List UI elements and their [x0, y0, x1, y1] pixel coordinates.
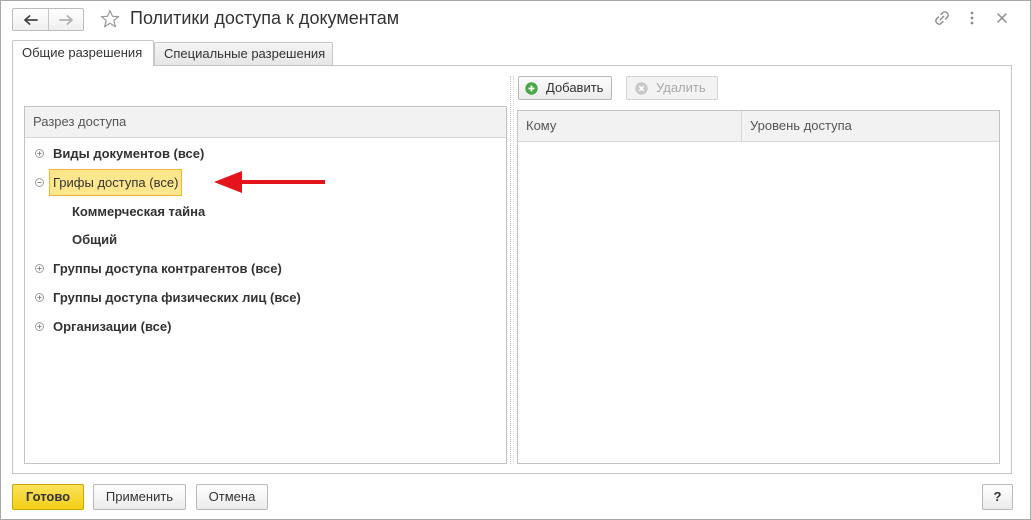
done-button[interactable]: Готово [12, 484, 84, 510]
tree-item-general[interactable]: Общий [25, 225, 506, 254]
tree-item-organizations[interactable]: Организации (все) [25, 312, 506, 341]
tree-item-label[interactable]: Группы доступа контрагентов (все) [49, 255, 286, 282]
arrow-left-icon [23, 14, 38, 25]
back-button[interactable] [13, 9, 48, 30]
tree-item-label[interactable]: Организации (все) [49, 313, 175, 340]
tree-item-individual-groups[interactable]: Группы доступа физических лиц (все) [25, 283, 506, 312]
panel-splitter[interactable] [510, 76, 514, 464]
forward-button[interactable] [48, 9, 83, 30]
tree-item-label[interactable]: Коммерческая тайна [68, 198, 209, 225]
collapse-icon[interactable] [35, 177, 44, 187]
favorite-button[interactable] [99, 8, 121, 30]
plus-circle-icon [525, 82, 538, 95]
close-icon [997, 13, 1007, 23]
access-slices-list[interactable]: Разрез доступа Виды документов (все) Гри… [24, 106, 507, 464]
tree-item-counterparty-groups[interactable]: Группы доступа контрагентов (все) [25, 254, 506, 283]
close-button[interactable] [993, 9, 1011, 27]
expand-icon[interactable] [35, 292, 44, 302]
more-button[interactable] [963, 9, 981, 27]
expand-icon[interactable] [35, 264, 44, 274]
apply-button[interactable]: Применить [93, 484, 186, 510]
annotation-arrow [214, 171, 325, 193]
tree-item-commercial-secret[interactable]: Коммерческая тайна [25, 197, 506, 226]
tree-item-label[interactable]: Группы доступа физических лиц (все) [49, 284, 305, 311]
tree-item-document-types[interactable]: Виды документов (все) [25, 139, 506, 168]
delete-button[interactable]: Удалить [626, 76, 718, 100]
window-title: Политики доступа к документам [130, 8, 400, 28]
access-slices-header: Разрез доступа [25, 107, 506, 138]
table-body[interactable] [518, 142, 999, 463]
delete-button-label: Удалить [656, 80, 706, 95]
link-icon [935, 11, 949, 25]
add-button-label: Добавить [546, 80, 604, 95]
table-header: Кому Уровень доступа [518, 111, 999, 142]
permissions-table[interactable]: Кому Уровень доступа [517, 110, 1000, 464]
help-button[interactable]: ? [982, 484, 1013, 510]
more-icon [970, 11, 974, 25]
expand-icon[interactable] [35, 149, 44, 158]
tree-item-label[interactable]: Виды документов (все) [49, 140, 208, 167]
cancel-button[interactable]: Отмена [196, 484, 268, 510]
tree-item-label-selected[interactable]: Грифы доступа (все) [49, 168, 183, 196]
column-header-whom[interactable]: Кому [518, 111, 742, 141]
tree-item-label[interactable]: Общий [68, 226, 121, 253]
column-header-access-level[interactable]: Уровень доступа [742, 111, 999, 141]
star-icon [100, 9, 120, 28]
tab-general-permissions[interactable]: Общие разрешения [12, 40, 154, 66]
dialog-window: Политики доступа к документам Общие разр… [0, 0, 1031, 520]
arrow-right-icon [59, 14, 73, 25]
add-button[interactable]: Добавить [518, 76, 612, 100]
navigation-buttons [12, 8, 84, 31]
link-button[interactable] [933, 9, 951, 27]
tab-special-permissions[interactable]: Специальные разрешения [154, 42, 333, 66]
remove-circle-icon [635, 82, 648, 95]
expand-icon[interactable] [35, 321, 44, 331]
